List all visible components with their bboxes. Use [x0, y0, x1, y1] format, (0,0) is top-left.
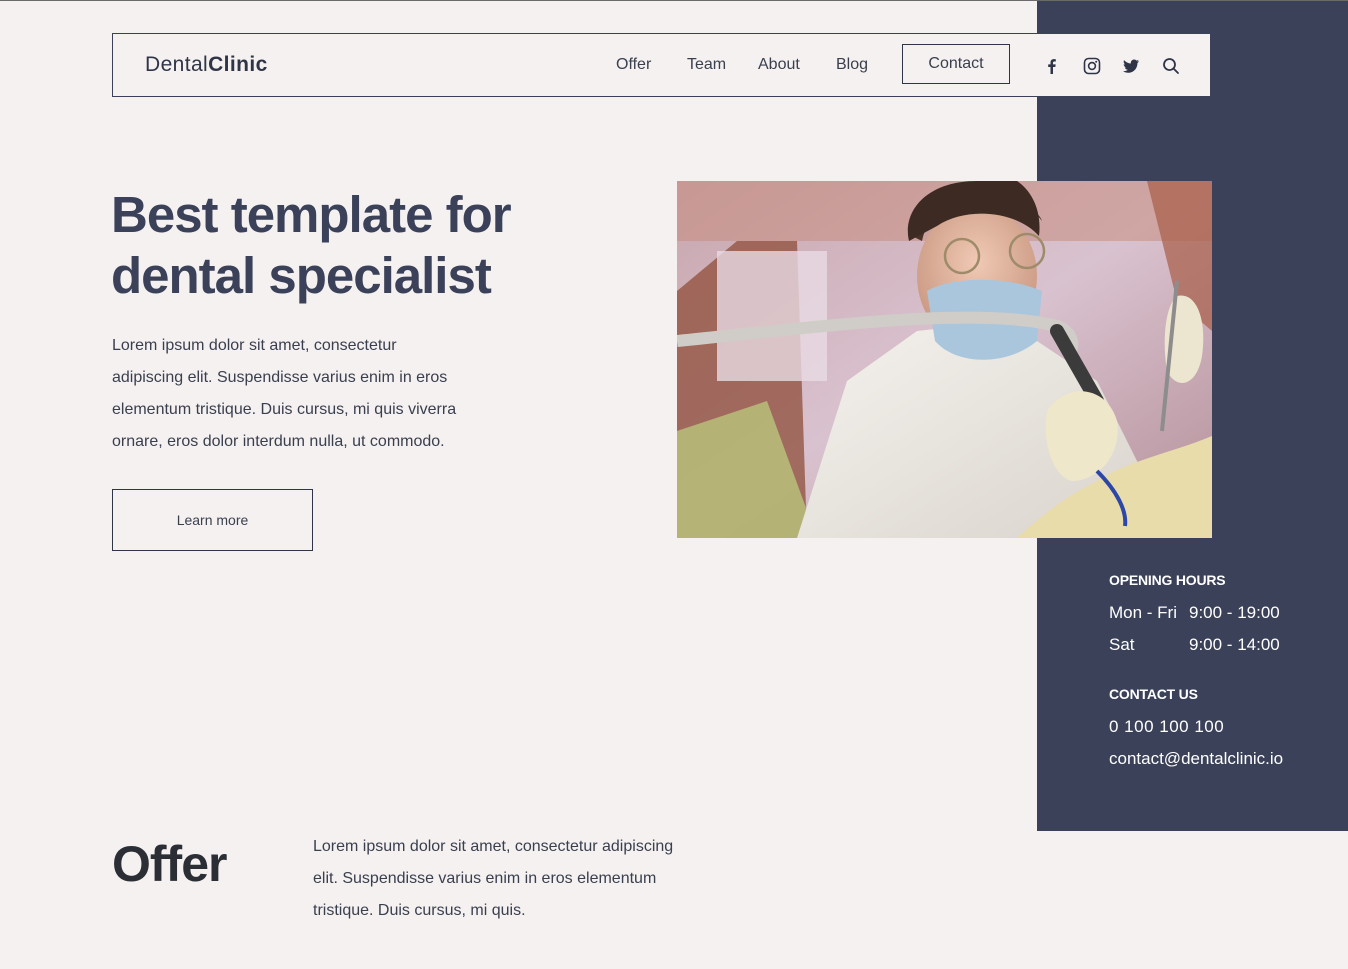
facebook-icon[interactable]: [1043, 57, 1061, 75]
learn-more-button[interactable]: Learn more: [112, 489, 313, 551]
instagram-icon[interactable]: [1083, 57, 1101, 75]
hero-title-line-1: Best template for: [111, 186, 512, 243]
hero-title: Best template for dental specialist: [111, 184, 631, 306]
brand-name-bold: Clinic: [208, 53, 268, 76]
opening-hours-heading: OPENING HOURS: [1109, 572, 1226, 588]
hours-days: Sat: [1109, 635, 1135, 654]
brand-logo[interactable]: DentalClinic: [145, 53, 268, 77]
navbar: DentalClinic Offer Team About Blog Conta…: [112, 33, 1211, 97]
nav-link-blog[interactable]: Blog: [836, 56, 868, 74]
offer-description: Lorem ipsum dolor sit amet, consectetur …: [313, 838, 674, 919]
brand-name-regular: Dental: [145, 53, 209, 76]
nav-link-offer[interactable]: Offer: [616, 56, 651, 74]
email-link[interactable]: contact@dentalclinic.io: [1109, 749, 1283, 769]
nav-link-about[interactable]: About: [758, 56, 800, 74]
hours-time: 9:00 - 19:00: [1189, 603, 1280, 622]
twitter-icon[interactable]: [1122, 57, 1140, 75]
nav-link-team[interactable]: Team: [687, 56, 726, 74]
hero-title-line-2: dental specialist: [111, 247, 492, 304]
contact-button[interactable]: Contact: [902, 44, 1010, 84]
hours-time: 9:00 - 14:00: [1189, 635, 1280, 654]
offer-title: Offer: [112, 836, 227, 892]
contact-us-heading: CONTACT US: [1109, 686, 1198, 702]
search-icon[interactable]: [1162, 57, 1180, 75]
phone-number[interactable]: 0 100 100 100: [1109, 717, 1224, 737]
dentist-photo: [677, 181, 1212, 538]
hero-description: Lorem ipsum dolor sit amet, consectetur …: [112, 337, 457, 450]
hours-days: Mon - Fri: [1109, 603, 1177, 622]
